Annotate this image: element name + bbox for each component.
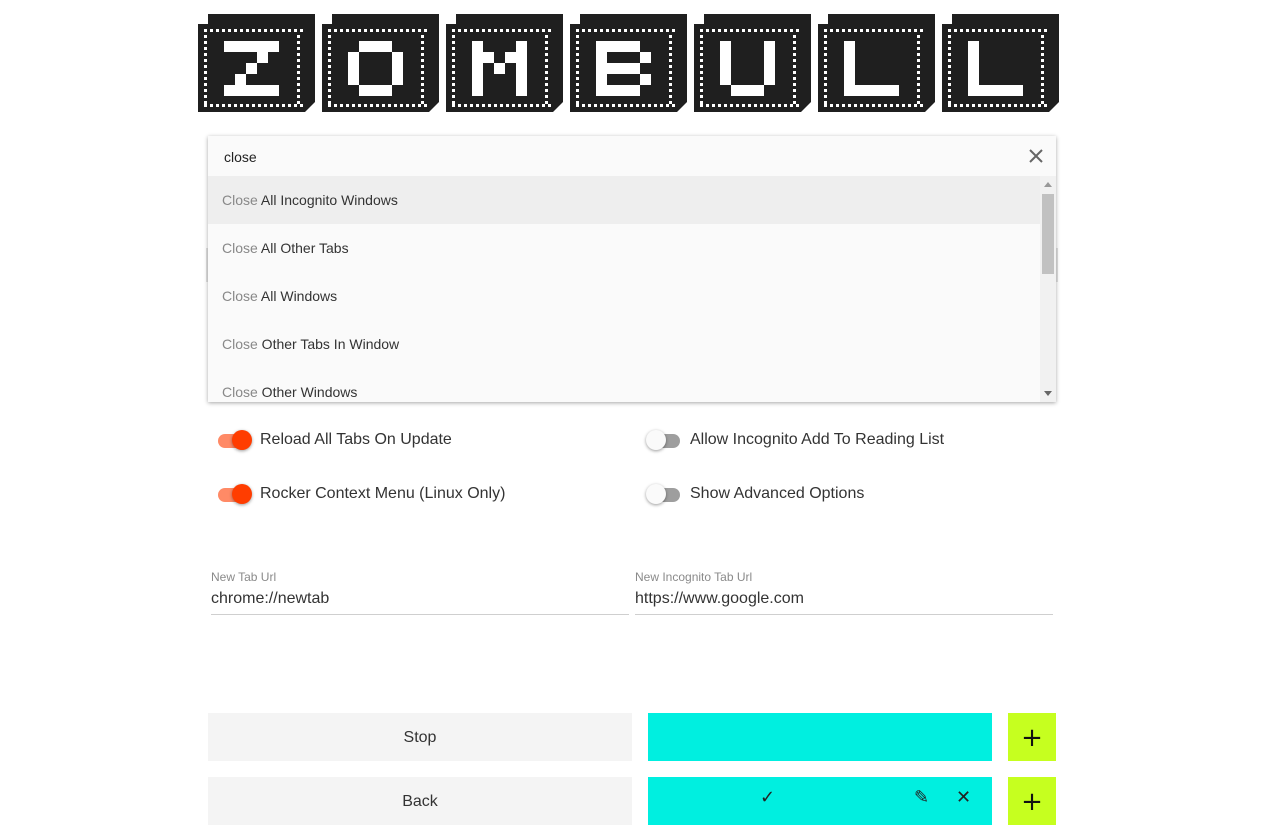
scroll-down-arrow-icon[interactable]	[1044, 391, 1052, 396]
results-scrollbar[interactable]	[1040, 176, 1056, 402]
toggle-label: Allow Incognito Add To Reading List	[690, 431, 945, 448]
search-row	[208, 136, 1056, 177]
logo-tile-z: Z	[198, 14, 315, 112]
search-result[interactable]: Close All Windows	[208, 272, 1040, 320]
add-binding-button[interactable]: +	[1008, 777, 1056, 825]
logo-tile-l: L	[942, 14, 1059, 112]
result-text: Other Windows	[257, 384, 358, 400]
search-result[interactable]: Close Other Tabs In Window	[208, 320, 1040, 368]
command-search-panel: Close All Incognito Windows Close All Ot…	[208, 136, 1056, 402]
stop-button[interactable]: Stop	[208, 713, 632, 761]
close-icon[interactable]	[1028, 148, 1044, 164]
back-button[interactable]: Back	[208, 777, 632, 825]
search-result[interactable]: Close Other Windows	[208, 368, 1040, 402]
logo-tile-b: B	[570, 14, 687, 112]
toggle-switch[interactable]	[216, 484, 252, 504]
scroll-up-arrow-icon[interactable]	[1044, 182, 1052, 187]
scroll-thumb[interactable]	[1042, 194, 1054, 274]
logo-tile-o: O	[322, 14, 439, 112]
logo-tile-u: U	[694, 14, 811, 112]
result-match: Close	[222, 288, 258, 304]
toggle-switch[interactable]	[646, 430, 682, 450]
result-text: Other Tabs In Window	[257, 336, 400, 352]
search-results: Close All Incognito Windows Close All Ot…	[208, 176, 1040, 402]
gesture-binding-box[interactable]	[648, 713, 992, 761]
result-match: Close	[222, 336, 258, 352]
toggle-incognito-reading-list[interactable]: Allow Incognito Add To Reading List	[646, 428, 944, 452]
zombull-logo: ZOMBULL	[198, 14, 1064, 112]
toggle-rocker-context-menu[interactable]: Rocker Context Menu (Linux Only)	[216, 482, 505, 506]
toggle-switch[interactable]	[646, 484, 682, 504]
result-match: Close	[222, 384, 258, 400]
logo-tile-m: M	[446, 14, 563, 112]
gesture-binding-box[interactable]: ✓ ✎ ✕	[648, 777, 992, 825]
result-text: All Windows	[257, 288, 338, 304]
hidden-field-edge	[1056, 248, 1058, 282]
toggle-label: Rocker Context Menu (Linux Only)	[260, 485, 506, 502]
add-binding-button[interactable]: +	[1008, 713, 1056, 761]
search-input[interactable]	[222, 145, 1006, 169]
search-result[interactable]: Close All Other Tabs	[208, 224, 1040, 272]
close-icon[interactable]: ✕	[956, 787, 971, 808]
new-tab-url-input[interactable]	[211, 588, 629, 615]
logo-tile-l: L	[818, 14, 935, 112]
toggle-reload-all-tabs[interactable]: Reload All Tabs On Update	[216, 428, 452, 452]
toggle-label: Reload All Tabs On Update	[260, 431, 452, 448]
new-incognito-tab-url-field: New Incognito Tab Url	[635, 570, 1053, 615]
toggle-label: Show Advanced Options	[690, 485, 865, 502]
pencil-icon[interactable]: ✎	[914, 787, 929, 808]
check-icon[interactable]: ✓	[760, 787, 775, 808]
toggle-switch[interactable]	[216, 430, 252, 450]
new-incognito-tab-url-input[interactable]	[635, 588, 1053, 615]
result-match: Close	[222, 240, 258, 256]
new-tab-url-field: New Tab Url	[211, 570, 629, 615]
field-label: New Tab Url	[211, 570, 277, 584]
result-text: All Other Tabs	[257, 240, 349, 256]
result-text: All Incognito Windows	[257, 192, 398, 208]
search-result[interactable]: Close All Incognito Windows	[208, 176, 1040, 224]
result-match: Close	[222, 192, 258, 208]
field-label: New Incognito Tab Url	[635, 570, 753, 584]
toggle-advanced-options[interactable]: Show Advanced Options	[646, 482, 864, 506]
